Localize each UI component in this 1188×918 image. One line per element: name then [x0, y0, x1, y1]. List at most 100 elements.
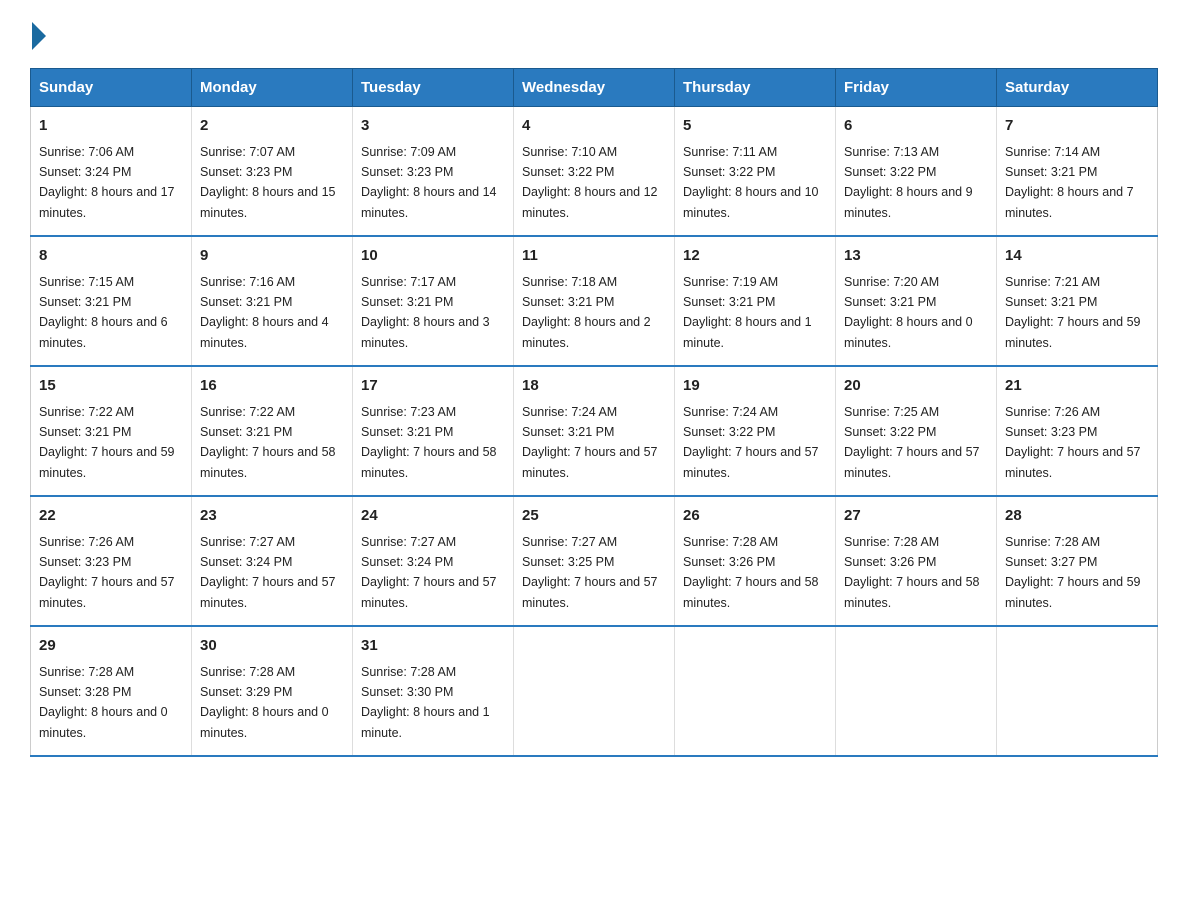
day-number: 14 [1005, 245, 1149, 268]
day-cell: 26Sunrise: 7:28 AMSunset: 3:26 PMDayligh… [675, 496, 836, 626]
day-cell: 28Sunrise: 7:28 AMSunset: 3:27 PMDayligh… [997, 496, 1158, 626]
calendar-body: 1 Sunrise: 7:06 AMSunset: 3:24 PMDaylight… [31, 107, 1158, 757]
day-info: Sunrise: 7:28 AMSunset: 3:30 PMDaylight:… [361, 665, 490, 740]
day-cell: 30Sunrise: 7:28 AMSunset: 3:29 PMDayligh… [192, 626, 353, 756]
day-cell [675, 626, 836, 756]
day-cell [836, 626, 997, 756]
day-cell: 22Sunrise: 7:26 AMSunset: 3:23 PMDayligh… [31, 496, 192, 626]
day-number: 24 [361, 505, 505, 528]
day-cell: 16 Sunrise: 7:22 AMSunset: 3:21 PMDayligh… [192, 366, 353, 496]
day-info: Sunrise: 7:16 AMSunset: 3:21 PMDaylight:… [200, 275, 329, 350]
week-row-4: 22Sunrise: 7:26 AMSunset: 3:23 PMDayligh… [31, 496, 1158, 626]
header-cell-monday: Monday [192, 69, 353, 107]
day-cell: 8 Sunrise: 7:15 AMSunset: 3:21 PMDaylight… [31, 236, 192, 366]
week-row-1: 1 Sunrise: 7:06 AMSunset: 3:24 PMDaylight… [31, 107, 1158, 237]
day-info: Sunrise: 7:25 AMSunset: 3:22 PMDaylight:… [844, 405, 980, 480]
header-cell-sunday: Sunday [31, 69, 192, 107]
header-cell-thursday: Thursday [675, 69, 836, 107]
calendar-table: SundayMondayTuesdayWednesdayThursdayFrid… [30, 68, 1158, 757]
header-cell-wednesday: Wednesday [514, 69, 675, 107]
day-number: 30 [200, 635, 344, 658]
header-cell-friday: Friday [836, 69, 997, 107]
day-number: 15 [39, 375, 183, 398]
day-cell: 17 Sunrise: 7:23 AMSunset: 3:21 PMDayligh… [353, 366, 514, 496]
day-number: 27 [844, 505, 988, 528]
week-row-3: 15 Sunrise: 7:22 AMSunset: 3:21 PMDayligh… [31, 366, 1158, 496]
day-info: Sunrise: 7:14 AMSunset: 3:21 PMDaylight:… [1005, 145, 1134, 220]
day-info: Sunrise: 7:27 AMSunset: 3:25 PMDaylight:… [522, 535, 658, 610]
day-number: 21 [1005, 375, 1149, 398]
day-cell: 19 Sunrise: 7:24 AMSunset: 3:22 PMDayligh… [675, 366, 836, 496]
day-cell: 14 Sunrise: 7:21 AMSunset: 3:21 PMDayligh… [997, 236, 1158, 366]
day-cell: 12Sunrise: 7:19 AMSunset: 3:21 PMDayligh… [675, 236, 836, 366]
day-number: 13 [844, 245, 988, 268]
day-info: Sunrise: 7:10 AMSunset: 3:22 PMDaylight:… [522, 145, 658, 220]
day-info: Sunrise: 7:27 AMSunset: 3:24 PMDaylight:… [200, 535, 336, 610]
week-row-5: 29 Sunrise: 7:28 AMSunset: 3:28 PMDayligh… [31, 626, 1158, 756]
day-number: 16 [200, 375, 344, 398]
day-cell: 31Sunrise: 7:28 AMSunset: 3:30 PMDayligh… [353, 626, 514, 756]
calendar-header: SundayMondayTuesdayWednesdayThursdayFrid… [31, 69, 1158, 107]
logo [30, 20, 46, 50]
logo-triangle-icon [32, 22, 46, 50]
day-info: Sunrise: 7:28 AMSunset: 3:26 PMDaylight:… [683, 535, 819, 610]
day-info: Sunrise: 7:06 AMSunset: 3:24 PMDaylight:… [39, 145, 175, 220]
day-cell [514, 626, 675, 756]
day-number: 17 [361, 375, 505, 398]
day-number: 20 [844, 375, 988, 398]
day-info: Sunrise: 7:28 AMSunset: 3:28 PMDaylight:… [39, 665, 168, 740]
week-row-2: 8 Sunrise: 7:15 AMSunset: 3:21 PMDaylight… [31, 236, 1158, 366]
day-info: Sunrise: 7:26 AMSunset: 3:23 PMDaylight:… [39, 535, 175, 610]
day-number: 5 [683, 115, 827, 138]
page-header [30, 20, 1158, 50]
day-number: 4 [522, 115, 666, 138]
day-info: Sunrise: 7:07 AMSunset: 3:23 PMDaylight:… [200, 145, 336, 220]
day-info: Sunrise: 7:24 AMSunset: 3:21 PMDaylight:… [522, 405, 658, 480]
day-number: 28 [1005, 505, 1149, 528]
day-info: Sunrise: 7:09 AMSunset: 3:23 PMDaylight:… [361, 145, 497, 220]
day-info: Sunrise: 7:22 AMSunset: 3:21 PMDaylight:… [39, 405, 175, 480]
day-info: Sunrise: 7:11 AMSunset: 3:22 PMDaylight:… [683, 145, 819, 220]
day-number: 6 [844, 115, 988, 138]
day-cell: 11 Sunrise: 7:18 AMSunset: 3:21 PMDayligh… [514, 236, 675, 366]
day-cell: 4 Sunrise: 7:10 AMSunset: 3:22 PMDaylight… [514, 107, 675, 237]
day-number: 23 [200, 505, 344, 528]
day-cell: 21Sunrise: 7:26 AMSunset: 3:23 PMDayligh… [997, 366, 1158, 496]
day-number: 29 [39, 635, 183, 658]
day-cell: 1 Sunrise: 7:06 AMSunset: 3:24 PMDaylight… [31, 107, 192, 237]
day-number: 11 [522, 245, 666, 268]
day-number: 19 [683, 375, 827, 398]
day-cell: 3 Sunrise: 7:09 AMSunset: 3:23 PMDaylight… [353, 107, 514, 237]
day-cell: 7Sunrise: 7:14 AMSunset: 3:21 PMDaylight… [997, 107, 1158, 237]
day-info: Sunrise: 7:13 AMSunset: 3:22 PMDaylight:… [844, 145, 973, 220]
day-cell: 29 Sunrise: 7:28 AMSunset: 3:28 PMDayligh… [31, 626, 192, 756]
day-info: Sunrise: 7:27 AMSunset: 3:24 PMDaylight:… [361, 535, 497, 610]
day-number: 12 [683, 245, 827, 268]
header-cell-tuesday: Tuesday [353, 69, 514, 107]
day-number: 3 [361, 115, 505, 138]
day-info: Sunrise: 7:15 AMSunset: 3:21 PMDaylight:… [39, 275, 168, 350]
day-number: 9 [200, 245, 344, 268]
day-info: Sunrise: 7:20 AMSunset: 3:21 PMDaylight:… [844, 275, 973, 350]
day-cell: 15 Sunrise: 7:22 AMSunset: 3:21 PMDayligh… [31, 366, 192, 496]
day-cell: 24 Sunrise: 7:27 AMSunset: 3:24 PMDayligh… [353, 496, 514, 626]
day-cell: 10Sunrise: 7:17 AMSunset: 3:21 PMDayligh… [353, 236, 514, 366]
day-info: Sunrise: 7:17 AMSunset: 3:21 PMDaylight:… [361, 275, 490, 350]
day-cell: 9 Sunrise: 7:16 AMSunset: 3:21 PMDaylight… [192, 236, 353, 366]
day-cell: 23 Sunrise: 7:27 AMSunset: 3:24 PMDayligh… [192, 496, 353, 626]
day-info: Sunrise: 7:23 AMSunset: 3:21 PMDaylight:… [361, 405, 497, 480]
day-number: 2 [200, 115, 344, 138]
day-info: Sunrise: 7:22 AMSunset: 3:21 PMDaylight:… [200, 405, 336, 480]
day-cell: 25 Sunrise: 7:27 AMSunset: 3:25 PMDayligh… [514, 496, 675, 626]
day-cell: 6 Sunrise: 7:13 AMSunset: 3:22 PMDaylight… [836, 107, 997, 237]
day-info: Sunrise: 7:18 AMSunset: 3:21 PMDaylight:… [522, 275, 651, 350]
day-info: Sunrise: 7:21 AMSunset: 3:21 PMDaylight:… [1005, 275, 1141, 350]
day-number: 1 [39, 115, 183, 138]
day-cell: 20 Sunrise: 7:25 AMSunset: 3:22 PMDayligh… [836, 366, 997, 496]
day-number: 18 [522, 375, 666, 398]
day-cell [997, 626, 1158, 756]
day-info: Sunrise: 7:24 AMSunset: 3:22 PMDaylight:… [683, 405, 819, 480]
day-cell: 2 Sunrise: 7:07 AMSunset: 3:23 PMDaylight… [192, 107, 353, 237]
day-number: 25 [522, 505, 666, 528]
day-number: 8 [39, 245, 183, 268]
